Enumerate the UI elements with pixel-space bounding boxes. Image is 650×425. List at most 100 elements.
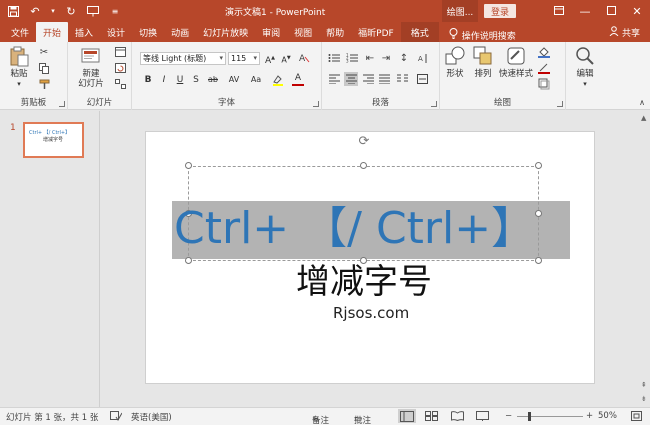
- italic-button[interactable]: I: [158, 74, 170, 86]
- reading-view-icon[interactable]: [451, 411, 464, 424]
- vertical-scrollbar[interactable]: ▲ ⇞ ⇟: [638, 111, 650, 407]
- arrange-button[interactable]: 排列: [470, 45, 496, 79]
- slide-site-text[interactable]: Rjsos.com: [333, 304, 409, 322]
- redo-icon[interactable]: ↻: [64, 4, 78, 18]
- tab-foxit-pdf[interactable]: 福昕PDF: [351, 22, 401, 42]
- undo-icon[interactable]: ↶: [28, 4, 42, 18]
- tab-view[interactable]: 视图: [287, 22, 319, 42]
- tab-help[interactable]: 帮助: [319, 22, 351, 42]
- align-center-icon[interactable]: [344, 72, 358, 86]
- tab-file[interactable]: 文件: [4, 22, 36, 42]
- language-indicator[interactable]: 英语(美国): [131, 411, 172, 423]
- resize-handle-r[interactable]: [535, 210, 542, 217]
- tab-format[interactable]: 格式: [400, 22, 439, 42]
- tab-animations[interactable]: 动画: [164, 22, 196, 42]
- maximize-icon[interactable]: [598, 5, 624, 18]
- clear-formatting-icon[interactable]: A: [298, 52, 310, 67]
- align-text-icon[interactable]: [416, 73, 428, 85]
- paragraph-launcher-icon[interactable]: [431, 101, 437, 107]
- slide-title-text[interactable]: Ctrl+ 【/ Ctrl+】: [174, 200, 535, 258]
- font-color-button[interactable]: A: [292, 74, 304, 86]
- character-spacing-button[interactable]: AV: [226, 74, 242, 86]
- tab-design[interactable]: 设计: [100, 22, 132, 42]
- minimize-icon[interactable]: —: [572, 5, 598, 18]
- normal-view-icon[interactable]: [398, 409, 416, 423]
- format-painter-icon[interactable]: [38, 78, 50, 90]
- cut-icon[interactable]: ✂: [38, 46, 50, 58]
- copy-icon[interactable]: [38, 62, 50, 74]
- shape-outline-icon[interactable]: [538, 62, 550, 74]
- shadow-button[interactable]: S: [190, 74, 202, 86]
- resize-handle-tl[interactable]: [185, 162, 192, 169]
- increase-indent-icon[interactable]: ⇥: [380, 52, 392, 64]
- tell-me-label: 操作说明搜索: [461, 31, 516, 42]
- strikethrough-button[interactable]: ab: [206, 74, 220, 86]
- shapes-button[interactable]: 形状: [442, 45, 468, 79]
- resize-handle-br[interactable]: [535, 257, 542, 264]
- scroll-up-icon[interactable]: ▲: [641, 114, 646, 122]
- layout-icon[interactable]: [114, 46, 126, 58]
- numbering-icon[interactable]: 123: [346, 52, 358, 64]
- bold-button[interactable]: B: [142, 74, 154, 86]
- paste-dropdown-icon[interactable]: ▾: [17, 79, 21, 89]
- login-button[interactable]: 登录: [484, 4, 516, 18]
- justify-icon[interactable]: [378, 73, 390, 85]
- align-right-icon[interactable]: [362, 73, 374, 85]
- tab-home[interactable]: 开始: [36, 22, 69, 42]
- close-icon[interactable]: ✕: [624, 5, 650, 18]
- font-size-dropdown[interactable]: 115 ▾: [228, 52, 260, 65]
- highlight-color-button[interactable]: [272, 74, 284, 90]
- new-slide-button[interactable]: 新建 幻灯片: [74, 45, 108, 89]
- save-icon[interactable]: [6, 4, 20, 18]
- resize-handle-tr[interactable]: [535, 162, 542, 169]
- shape-effects-icon[interactable]: [538, 78, 550, 90]
- resize-handle-t[interactable]: [360, 162, 367, 169]
- zoom-level[interactable]: 50%: [598, 411, 617, 421]
- align-left-icon[interactable]: [328, 73, 340, 85]
- next-slide-icon[interactable]: ⇟: [641, 395, 647, 403]
- editing-button[interactable]: 编辑 ▾: [572, 45, 598, 89]
- previous-slide-icon[interactable]: ⇞: [641, 381, 647, 389]
- undo-dropdown-icon[interactable]: ▾: [50, 4, 56, 18]
- fit-to-window-icon[interactable]: [631, 411, 642, 424]
- spellcheck-icon[interactable]: [110, 411, 123, 424]
- columns-icon[interactable]: [396, 73, 408, 85]
- font-launcher-icon[interactable]: [313, 101, 319, 107]
- change-case-button[interactable]: Aa: [248, 74, 264, 86]
- section-icon[interactable]: [114, 78, 126, 90]
- slide-thumbnail[interactable]: Ctrl+ 【/ Ctrl+】 增减字号: [23, 122, 84, 158]
- increase-font-icon[interactable]: A▲: [264, 52, 276, 67]
- ribbon-display-options-icon[interactable]: [546, 5, 572, 18]
- zoom-slider-thumb[interactable]: [528, 412, 531, 421]
- slide-subtitle-text[interactable]: 增减字号: [296, 260, 432, 304]
- bullets-icon[interactable]: [328, 52, 340, 64]
- slideshow-from-start-icon[interactable]: [86, 4, 100, 18]
- tab-transitions[interactable]: 切换: [132, 22, 164, 42]
- paste-button[interactable]: 粘贴 ▾: [5, 45, 33, 89]
- collapse-ribbon-icon[interactable]: ∧: [636, 96, 648, 108]
- decrease-indent-icon[interactable]: ⇤: [364, 52, 376, 64]
- shape-fill-icon[interactable]: [538, 46, 550, 58]
- slideshow-view-icon[interactable]: [476, 411, 489, 424]
- zoom-out-icon[interactable]: −: [505, 411, 512, 421]
- reset-icon[interactable]: [114, 62, 126, 74]
- decrease-font-icon[interactable]: A▼: [280, 52, 292, 67]
- clipboard-launcher-icon[interactable]: [59, 101, 65, 107]
- zoom-slider[interactable]: [517, 416, 583, 417]
- customize-qat-icon[interactable]: ≡: [108, 4, 122, 18]
- zoom-in-icon[interactable]: +: [586, 411, 593, 421]
- slide-sorter-icon[interactable]: [425, 411, 438, 424]
- line-spacing-icon[interactable]: ↕: [398, 52, 410, 64]
- tab-slideshow[interactable]: 幻灯片放映: [196, 22, 255, 42]
- underline-button[interactable]: U: [174, 74, 186, 86]
- share-button[interactable]: 共享: [609, 26, 640, 39]
- text-direction-icon[interactable]: A: [416, 52, 428, 64]
- tab-insert[interactable]: 插入: [68, 22, 100, 42]
- quick-styles-button[interactable]: 快速样式: [498, 45, 534, 79]
- tell-me-search[interactable]: 操作说明搜索: [439, 28, 516, 42]
- drawing-launcher-icon[interactable]: [557, 101, 563, 107]
- tab-review[interactable]: 审阅: [255, 22, 287, 42]
- rotate-handle-icon[interactable]: ⟳: [357, 135, 371, 149]
- font-name-dropdown[interactable]: 等线 Light (标题) ▾: [140, 52, 226, 65]
- resize-handle-bl[interactable]: [185, 257, 192, 264]
